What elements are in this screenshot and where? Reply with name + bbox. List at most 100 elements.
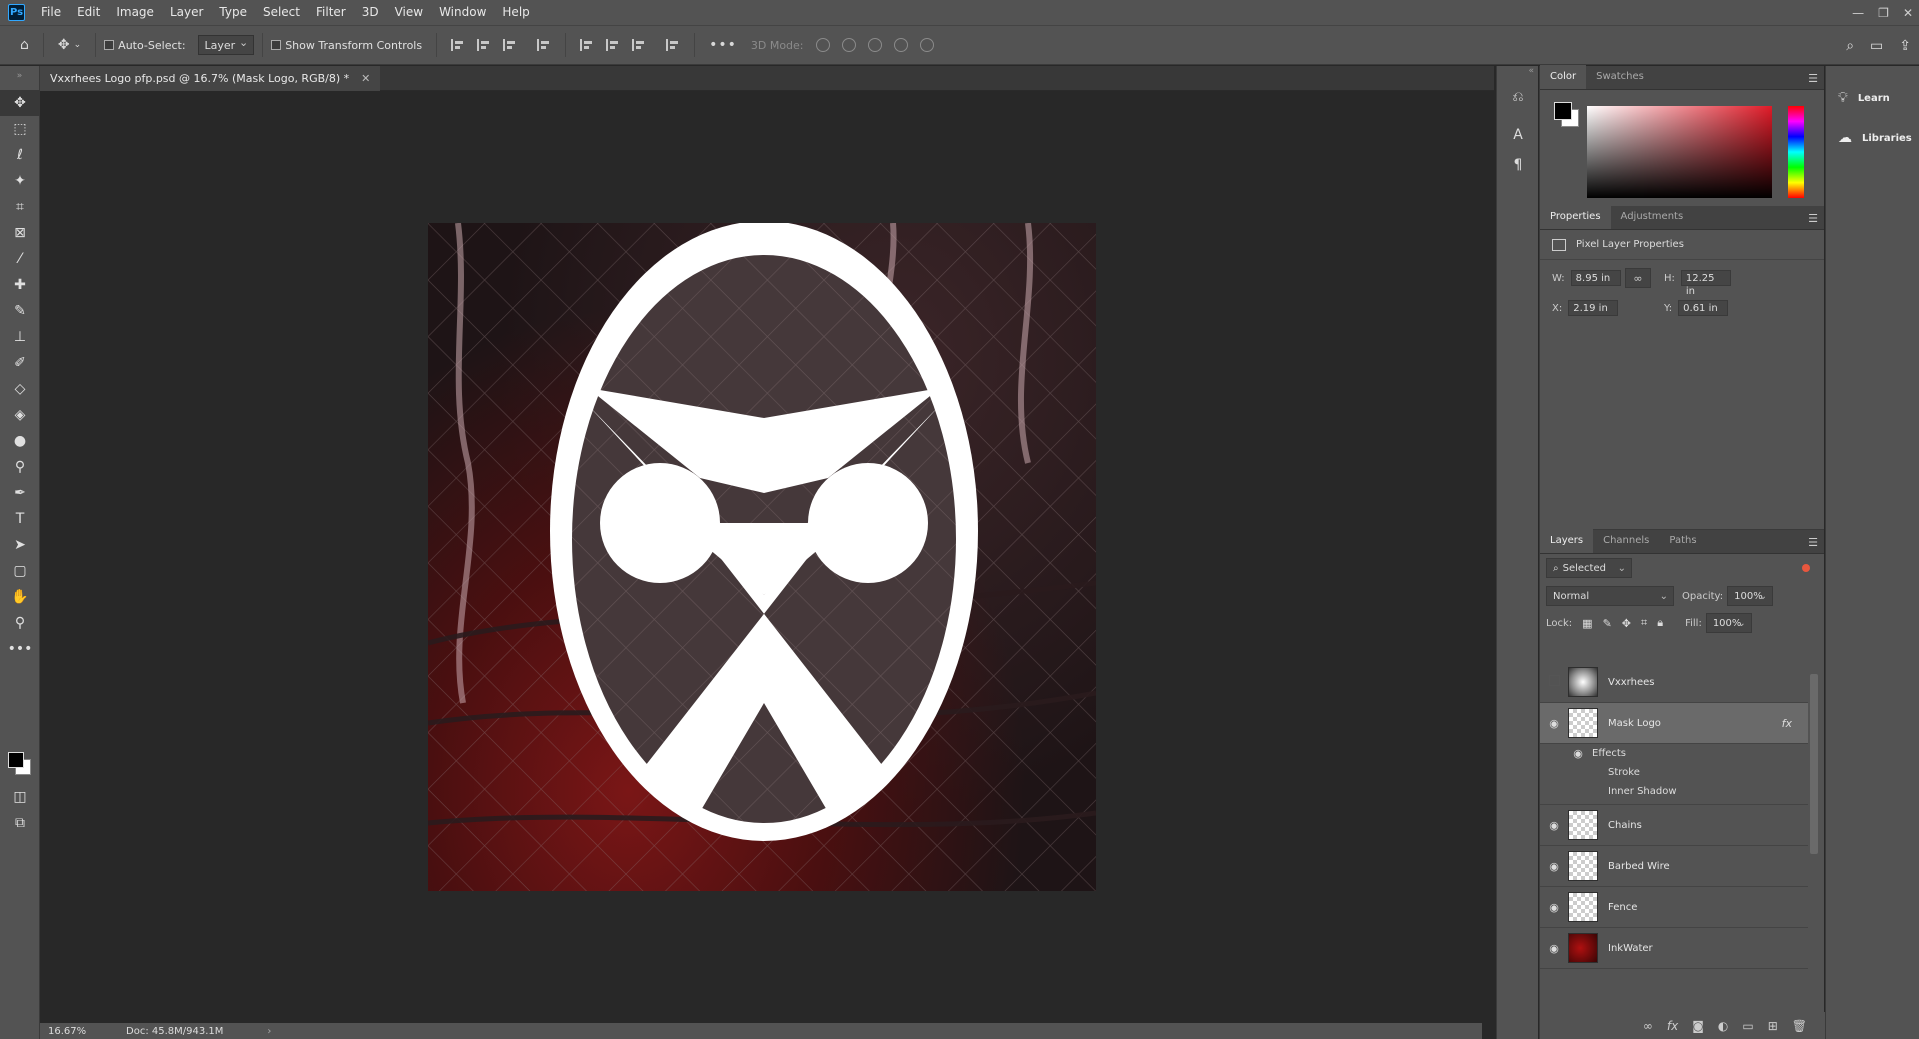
brush-tool-icon[interactable]: ✎ (0, 298, 40, 324)
lock-all-icon[interactable]: 🔒︎ (1657, 616, 1663, 630)
search-icon[interactable]: ⌕ (1846, 38, 1854, 54)
blur-tool-icon[interactable]: ● (0, 428, 40, 454)
layer-filter-dropdown[interactable]: ⌕ Selected ⌄ (1546, 558, 1632, 578)
menu-layer[interactable]: Layer (162, 0, 211, 25)
minimize-icon[interactable]: — (1852, 6, 1864, 20)
canvas-area[interactable] (40, 91, 1482, 1023)
menu-image[interactable]: Image (108, 0, 162, 25)
delete-layer-icon[interactable]: 🗑︎ (1792, 1019, 1807, 1033)
color-field[interactable] (1587, 106, 1772, 198)
more-options-icon[interactable]: ••• (709, 37, 737, 53)
align-middle-icon[interactable] (606, 39, 620, 51)
tab-paths[interactable]: Paths (1659, 529, 1706, 553)
eye-icon[interactable]: ◉ (1540, 901, 1568, 914)
zoom-level[interactable]: 16.67% (40, 1026, 110, 1037)
eyedropper-tool-icon[interactable]: ⁄ (0, 246, 40, 272)
layer-row[interactable]: ◉ Barbed Wire (1540, 846, 1808, 887)
tab-color[interactable]: Color (1540, 65, 1587, 89)
eye-icon[interactable]: ◉ (1540, 819, 1568, 832)
menu-type[interactable]: Type (211, 0, 255, 25)
move-tool-icon[interactable]: ✥ (0, 90, 40, 116)
menu-edit[interactable]: Edit (69, 0, 108, 25)
crop-tool-icon[interactable]: ⌗ (0, 194, 40, 220)
tab-properties[interactable]: Properties (1540, 205, 1611, 229)
fx-icon[interactable]: fx (1782, 717, 1792, 730)
clone-stamp-tool-icon[interactable]: ⊥ (0, 324, 40, 350)
panel-menu-icon[interactable]: ☰ (1808, 212, 1818, 225)
add-style-icon[interactable]: fx (1667, 1019, 1678, 1033)
panel-menu-icon[interactable]: ☰ (1808, 72, 1818, 85)
menu-help[interactable]: Help (494, 0, 537, 25)
layer-row[interactable]: Vxxrhees (1540, 662, 1808, 703)
new-layer-icon[interactable]: ⊞ (1768, 1019, 1778, 1033)
distribute-vertical-icon[interactable] (666, 39, 680, 51)
3d-pan-icon[interactable] (867, 38, 882, 52)
height-field[interactable]: 12.25 in (1680, 270, 1731, 297)
quick-mask-icon[interactable]: ◫ (0, 784, 40, 810)
dodge-tool-icon[interactable]: ⚲ (0, 454, 40, 480)
home-icon[interactable]: ⌂ (20, 37, 29, 53)
opacity-field[interactable]: 100% ⌄ (1727, 586, 1774, 606)
eye-icon[interactable]: ◉ (1540, 860, 1568, 873)
screen-mode-icon[interactable]: ⧉ (0, 810, 40, 836)
menu-3d[interactable]: 3D (354, 0, 387, 25)
close-icon[interactable]: ✕ (361, 72, 370, 85)
3d-slide-icon[interactable] (893, 38, 908, 52)
panel-grip-icon[interactable]: » (0, 66, 39, 90)
learn-panel-button[interactable]: 💡︎ Learn (1826, 78, 1919, 118)
auto-select-dropdown[interactable]: Layer (197, 35, 255, 55)
scroll-thumb[interactable] (1810, 674, 1818, 854)
libraries-panel-button[interactable]: ☁ Libraries (1826, 118, 1919, 158)
tab-swatches[interactable]: Swatches (1586, 65, 1654, 89)
x-field[interactable]: 2.19 in (1568, 300, 1619, 316)
layer-row[interactable]: ◉ Chains (1540, 805, 1808, 846)
close-window-icon[interactable]: ✕ (1903, 6, 1913, 20)
lock-pixels-icon[interactable]: ✎ (1603, 617, 1612, 630)
move-tool-icon[interactable]: ✥ (58, 37, 70, 53)
layer-row[interactable]: ◉ InkWater (1540, 928, 1808, 969)
healing-brush-tool-icon[interactable]: ✚ (0, 272, 40, 298)
effect-item[interactable]: Stroke (1540, 763, 1808, 782)
magic-wand-tool-icon[interactable]: ✦ (0, 168, 40, 194)
paint-bucket-tool-icon[interactable]: ◈ (0, 402, 40, 428)
type-tool-icon[interactable]: T (0, 506, 40, 532)
restore-icon[interactable]: ❐ (1878, 6, 1889, 20)
new-group-icon[interactable]: ▭ (1742, 1019, 1753, 1033)
rectangle-tool-icon[interactable]: ▢ (0, 558, 40, 584)
artboard-image[interactable] (428, 223, 1096, 891)
eye-icon[interactable]: ◉ (1564, 747, 1592, 760)
history-brush-tool-icon[interactable]: ✐ (0, 350, 40, 376)
3d-roll-icon[interactable] (841, 38, 856, 52)
effect-item[interactable]: Inner Shadow (1540, 782, 1808, 801)
foreground-color-swatch[interactable] (1554, 102, 1572, 120)
adjustment-layer-icon[interactable]: ◐ (1718, 1019, 1728, 1033)
3d-scale-icon[interactable] (919, 38, 934, 52)
effects-row[interactable]: ◉ Effects (1540, 744, 1808, 763)
link-icon[interactable]: ∞ (1625, 268, 1651, 288)
lock-artboard-icon[interactable]: ⌗ (1641, 616, 1647, 630)
menu-view[interactable]: View (387, 0, 431, 25)
tab-layers[interactable]: Layers (1540, 529, 1594, 553)
filter-toggle-icon[interactable] (1802, 564, 1810, 572)
foreground-color-swatch[interactable] (8, 752, 24, 768)
chevron-right-icon[interactable]: › (267, 1026, 271, 1037)
eraser-tool-icon[interactable]: ◇ (0, 376, 40, 402)
character-panel-icon[interactable]: A (1497, 120, 1539, 150)
panel-menu-icon[interactable]: ☰ (1808, 536, 1818, 549)
chevron-down-icon[interactable]: ⌄ (74, 40, 82, 50)
document-tab[interactable]: Vxxrhees Logo pfp.psd @ 16.7% (Mask Logo… (40, 66, 381, 91)
align-center-icon[interactable] (477, 39, 491, 51)
share-icon[interactable]: ⇪ (1899, 38, 1911, 54)
eye-icon[interactable]: ◉ (1540, 717, 1568, 730)
add-mask-icon[interactable]: ◙ (1692, 1019, 1704, 1033)
pen-tool-icon[interactable]: ✒ (0, 480, 40, 506)
tab-adjustments[interactable]: Adjustments (1611, 205, 1694, 229)
align-left-icon[interactable] (451, 39, 465, 51)
paragraph-panel-icon[interactable]: ¶ (1497, 150, 1539, 180)
menu-window[interactable]: Window (431, 0, 494, 25)
layers-scrollbar[interactable] (1810, 662, 1820, 964)
align-bottom-icon[interactable] (632, 39, 646, 51)
3d-orbit-icon[interactable] (815, 38, 830, 52)
menu-file[interactable]: File (33, 0, 69, 25)
menu-select[interactable]: Select (255, 0, 308, 25)
